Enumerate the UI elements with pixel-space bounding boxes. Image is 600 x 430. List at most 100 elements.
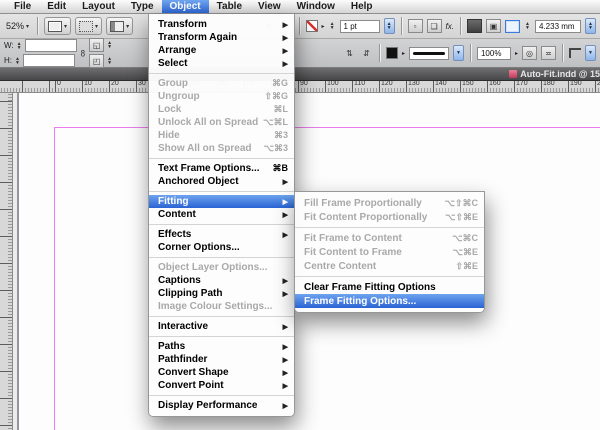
menubar-item-edit[interactable]: Edit <box>39 0 74 13</box>
wrap-around-icon[interactable]: ▣ <box>486 19 501 33</box>
menu-item-label: Hide <box>158 130 180 141</box>
gap-value-field[interactable]: 4.233 mm <box>535 19 581 33</box>
object-menu-item-convert-point[interactable]: Convert Point ▶ <box>149 379 294 392</box>
menu-item-label: Convert Shape <box>158 367 229 378</box>
ruler-label: 90 <box>300 80 308 87</box>
stroke-style-dropdown-button[interactable]: ▼ <box>452 45 464 61</box>
corner-options-dropdown-button[interactable]: ▼ <box>585 45 596 61</box>
frame-fitting-icon <box>505 19 520 33</box>
wrap-none-icon[interactable] <box>467 19 482 33</box>
text-wrap-icon[interactable]: ≖ <box>541 46 556 60</box>
menu-item-shortcut: ⇧⌘E <box>455 260 478 271</box>
menu-item-label: Image Colour Settings... <box>158 301 273 312</box>
object-menu-item-group: Group ⌘G <box>149 77 294 90</box>
object-menu-item-anchored-object[interactable]: Anchored Object ▶ <box>149 175 294 188</box>
zoom-level-value: 52% <box>6 21 25 31</box>
stroke-weight-field[interactable]: 1 pt <box>339 19 380 33</box>
stroke-weight-dropdown-button[interactable]: ▲ ▼ <box>383 18 395 34</box>
menubar-item-help[interactable]: Help <box>343 0 381 13</box>
zoom-level-dropdown[interactable]: 52% ▾ <box>4 20 31 32</box>
document-window-titlebar[interactable]: Auto-Fit.indd @ 15 <box>0 68 600 81</box>
menubar-item-file[interactable]: File <box>6 0 39 13</box>
menubar-item-table[interactable]: Table <box>209 0 250 13</box>
fitting-submenu-item-clear-frame-fitting-options[interactable]: Clear Frame Fitting Options <box>295 280 484 294</box>
object-menu-item-select[interactable]: Select ▶ <box>149 57 294 70</box>
submenu-arrow-icon: ▶ <box>282 211 288 219</box>
menu-item-label: Clear Frame Fitting Options <box>304 281 436 293</box>
stroke-weight-stepper[interactable]: ▲ ▼ <box>329 22 336 31</box>
menubar-item-object[interactable]: Object <box>161 0 209 13</box>
menubar-item-view[interactable]: View <box>250 0 289 13</box>
height-field[interactable] <box>23 54 75 67</box>
object-menu-item-transform-again[interactable]: Transform Again ▶ <box>149 31 294 44</box>
dashed-frame-icon[interactable]: ▫ <box>407 19 423 33</box>
width-stepper[interactable]: ▲ ▼ <box>16 41 23 50</box>
submenu-arrow-icon: ▶ <box>282 402 288 410</box>
object-menu-item-pathfinder[interactable]: Pathfinder ▶ <box>149 353 294 366</box>
object-menu-dropdown: Transform ▶ Transform Again ▶ Arrange ▶ Select… <box>148 14 295 417</box>
fill-color-swatch[interactable] <box>385 47 398 59</box>
object-menu-item-display-performance[interactable]: Display Performance ▶ <box>149 399 294 412</box>
object-menu-item-text-frame-options[interactable]: Text Frame Options... ⌘B <box>149 162 294 175</box>
margin-guide-vertical[interactable] <box>54 127 55 430</box>
fitting-submenu-separator <box>295 227 484 228</box>
object-menu-item-convert-shape[interactable]: Convert Shape ▶ <box>149 366 294 379</box>
chevron-down-icon: ▾ <box>26 23 30 30</box>
gap-stepper[interactable]: ▲ ▼ <box>524 22 531 31</box>
stroke-color-swatch[interactable] <box>305 20 318 32</box>
flip-vertical-icon[interactable]: ⇵ <box>360 47 373 59</box>
menu-item-label: Transform Again <box>158 32 238 43</box>
stroke-style-dropdown[interactable] <box>408 46 449 60</box>
vertical-ruler[interactable] <box>0 93 13 430</box>
object-menu-item-transform[interactable]: Transform ▶ <box>149 18 294 31</box>
object-menu-item-interactive[interactable]: Interactive ▶ <box>149 320 294 333</box>
object-menu-item-arrange[interactable]: Arrange ▶ <box>149 44 294 57</box>
swatch-flyout-arrow-icon[interactable]: ▸ <box>322 23 325 30</box>
scale-y-icon[interactable]: ◰ <box>89 54 105 68</box>
menubar-item-layout[interactable]: Layout <box>74 0 123 13</box>
menu-item-label: Ungroup <box>158 91 200 102</box>
object-menu-item-paths[interactable]: Paths ▶ <box>149 340 294 353</box>
ruler-label: 140 <box>435 80 447 87</box>
scale-x-stepper[interactable]: ▲ ▼ <box>106 41 113 50</box>
menu-item-shortcut: ⌘3 <box>273 130 288 140</box>
object-menu-separator <box>149 191 294 192</box>
gap-dropdown-button[interactable]: ▲ ▼ <box>585 18 596 34</box>
submenu-arrow-icon: ▶ <box>282 47 288 55</box>
object-styles-icon[interactable]: ◎ <box>522 46 537 60</box>
horizontal-ruler[interactable]: 0102030405060708090100110120130140150160… <box>0 80 600 93</box>
scale-x-icon[interactable]: ◱ <box>89 38 105 52</box>
margin-guide-horizontal[interactable] <box>54 127 600 128</box>
object-menu-item-object-layer-options: Object Layer Options... <box>149 261 294 274</box>
width-field[interactable] <box>24 39 77 52</box>
object-menu-item-fitting[interactable]: Fitting ▶ <box>149 195 294 208</box>
object-menu-item-effects[interactable]: Effects ▶ <box>149 228 294 241</box>
drop-shadow-icon[interactable]: ❏ <box>426 19 442 33</box>
menu-item-label: Content <box>158 209 196 220</box>
flip-horizontal-icon[interactable]: ⇅ <box>343 47 356 59</box>
toolbar-divider <box>378 44 380 62</box>
view-options-button[interactable]: ▾ <box>44 17 72 35</box>
opacity-field[interactable]: 100% <box>476 46 511 60</box>
object-menu-item-corner-options[interactable]: Corner Options... <box>149 241 294 254</box>
object-menu-item-clipping-path[interactable]: Clipping Path ▶ <box>149 287 294 300</box>
object-menu-item-captions[interactable]: Captions ▶ <box>149 274 294 287</box>
menubar-item-type[interactable]: Type <box>123 0 162 13</box>
menu-item-label: Show All on Spread <box>158 143 252 154</box>
opacity-flyout-arrow-icon[interactable]: ▸ <box>515 50 518 57</box>
screen-mode-button[interactable]: ▾ <box>75 17 103 35</box>
object-menu-item-content[interactable]: Content ▶ <box>149 208 294 221</box>
constrain-proportions-link-icon[interactable]: 8 <box>81 48 85 59</box>
effects-fx-button[interactable]: fx. <box>446 22 454 31</box>
swatch-flyout-arrow-icon[interactable]: ▸ <box>402 50 405 57</box>
arrange-documents-button[interactable]: ▾ <box>106 17 134 35</box>
menubar-item-window[interactable]: Window <box>289 0 343 13</box>
fitting-submenu-item-frame-fitting-options[interactable]: Frame Fitting Options... <box>295 294 484 308</box>
menu-item-shortcut: ⌥⌘3 <box>263 143 288 153</box>
scale-y-stepper[interactable]: ▲ ▼ <box>106 57 113 66</box>
corner-options-icon[interactable] <box>569 48 581 58</box>
control-panel: 52%▾ ▾ ▾ ▾ ↻ ⇄ ▸ ▲▼ 1 pt ▲▼ ▫ ❏ fx. ▣ ▲▼… <box>0 14 600 68</box>
height-stepper[interactable]: ▲ ▼ <box>14 56 21 65</box>
height-label: H: <box>4 56 12 65</box>
toolbar-divider <box>400 17 402 35</box>
